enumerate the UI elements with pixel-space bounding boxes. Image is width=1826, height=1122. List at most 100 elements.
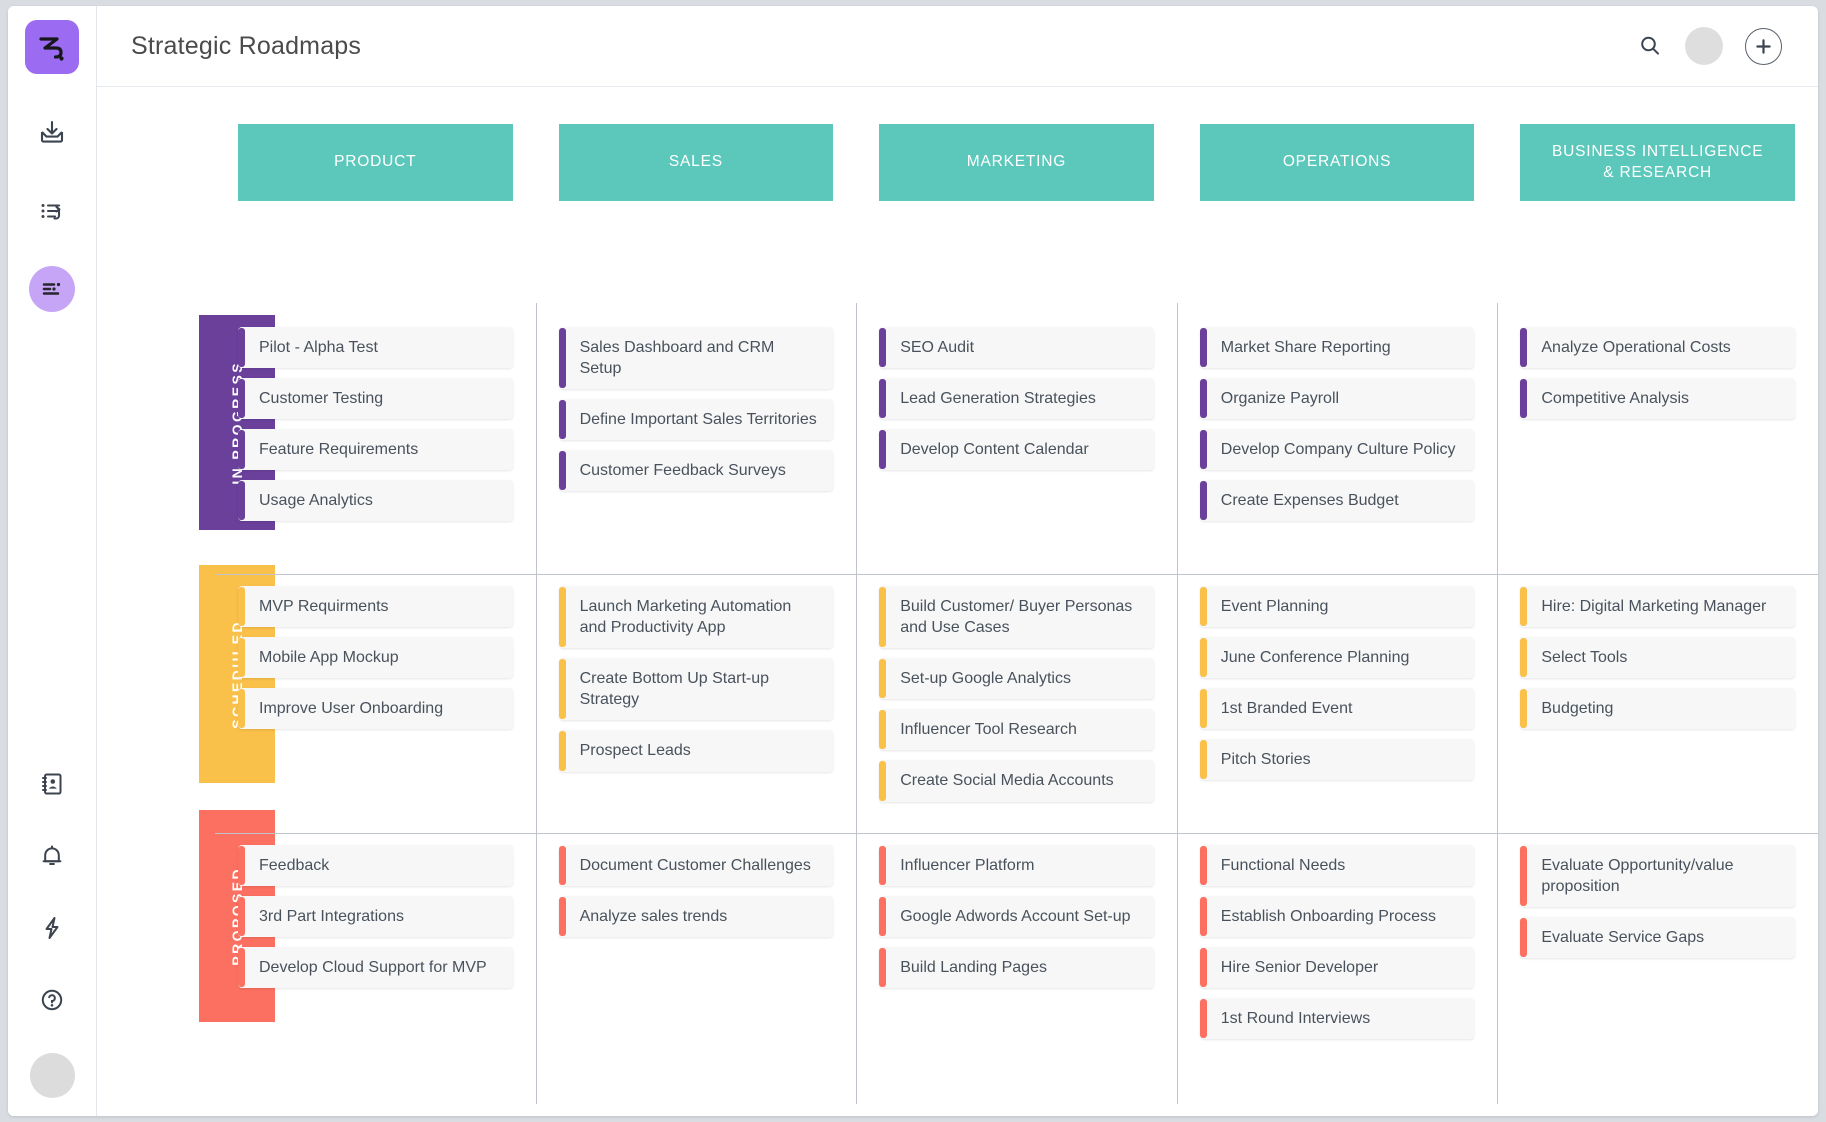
lightning-icon [45, 917, 59, 939]
task-card[interactable]: Develop Cloud Support for MVP [238, 947, 513, 989]
task-card[interactable]: Improve User Onboarding [238, 688, 513, 730]
task-card-label: Customer Testing [259, 390, 384, 408]
sidebar-item-contacts[interactable] [29, 761, 75, 807]
task-card[interactable]: June Conference Planning [1199, 637, 1475, 679]
task-card-accent-bar [1199, 689, 1207, 729]
task-card[interactable]: Sales Dashboard and CRM Setup [558, 327, 834, 390]
sidebar-item-notifications[interactable] [29, 833, 75, 879]
search-button[interactable] [1637, 33, 1663, 59]
task-card[interactable]: Budgeting [1520, 688, 1795, 730]
task-card-label: Build Customer/ Buyer Personas and Use C… [900, 598, 1133, 637]
task-card[interactable]: Organize Payroll [1199, 378, 1475, 420]
page-title: Strategic Roadmaps [131, 31, 362, 60]
task-card[interactable]: Develop Company Culture Policy [1199, 429, 1475, 471]
task-card-accent-bar [1199, 481, 1207, 521]
board-row-proposed: Feedback 3rd Part Integrations Develop Clo… [215, 821, 1818, 1104]
board-cell: Event Planning June Conference Planning 1s… [1176, 562, 1498, 845]
task-card[interactable]: Feature Requirements [238, 429, 513, 471]
task-card[interactable]: Create Bottom Up Start-up Strategy [558, 658, 834, 721]
column-header-cell: PRODUCT [215, 124, 536, 201]
task-card[interactable]: Pitch Stories [1199, 739, 1475, 781]
column-header-marketing[interactable]: MARKETING [879, 124, 1154, 201]
task-card[interactable]: Analyze sales trends [558, 896, 834, 938]
task-card[interactable]: Mobile App Mockup [238, 637, 513, 679]
sidebar-user-avatar[interactable] [29, 1053, 75, 1098]
task-card-label: Organize Payroll [1220, 390, 1340, 408]
task-card-label: Prospect Leads [579, 742, 691, 760]
sidebar-item-help[interactable] [29, 977, 75, 1023]
task-card-accent-bar [1199, 638, 1207, 678]
column-header-cell: SALES [536, 124, 857, 201]
task-card[interactable]: Lead Generation Strategies [879, 378, 1154, 420]
task-card-label: 1st Branded Event [1220, 700, 1353, 718]
task-card-accent-bar [879, 328, 887, 368]
task-card[interactable]: Customer Testing [238, 378, 513, 420]
task-card-accent-bar [558, 731, 566, 771]
task-card[interactable]: MVP Requirments [238, 586, 513, 628]
task-card[interactable]: 1st Round Interviews [1199, 998, 1475, 1040]
sidebar-item-roadmaps[interactable] [29, 266, 75, 312]
task-card[interactable]: Set-up Google Analytics [879, 658, 1154, 700]
task-card[interactable]: Evaluate Service Gaps [1520, 917, 1795, 959]
account-avatar[interactable] [1685, 27, 1723, 65]
board-cell: Analyze Operational Costs Competitive Ana… [1497, 303, 1818, 586]
add-button[interactable] [1745, 27, 1782, 65]
task-card[interactable]: Influencer Platform [879, 845, 1154, 887]
column-header-operations[interactable]: OPERATIONS [1199, 124, 1475, 201]
task-card[interactable]: Evaluate Opportunity/value proposition [1520, 845, 1795, 908]
column-header-product[interactable]: PRODUCT [238, 124, 513, 201]
task-card[interactable]: Develop Content Calendar [879, 429, 1154, 471]
task-card-label: Build Landing Pages [900, 959, 1047, 977]
plus-icon [1756, 38, 1771, 54]
task-card[interactable]: Competitive Analysis [1520, 378, 1795, 420]
column-header-business-intelligence[interactable]: BUSINESS INTELLIGENCE & RESEARCH [1520, 124, 1795, 201]
task-card[interactable]: Feedback [238, 845, 513, 887]
task-card-label: Hire: Digital Marketing Manager [1541, 598, 1767, 615]
task-card-label: Evaluate Opportunity/value proposition [1541, 857, 1734, 896]
task-card[interactable]: 3rd Part Integrations [238, 896, 513, 938]
sidebar-item-inbox[interactable] [29, 110, 75, 156]
task-card-label: Influencer Tool Research [900, 721, 1077, 739]
task-card[interactable]: Event Planning [1199, 586, 1475, 628]
task-card[interactable]: Select Tools [1520, 637, 1795, 679]
task-card-accent-bar [238, 481, 245, 521]
sidebar-item-activity[interactable] [29, 188, 75, 234]
task-card[interactable]: Influencer Tool Research [879, 709, 1154, 751]
sidebar-item-automations[interactable] [29, 905, 75, 951]
task-card[interactable]: Analyze Operational Costs [1520, 327, 1795, 369]
task-card-label: Create Bottom Up Start-up Strategy [579, 670, 770, 709]
task-card[interactable]: Build Landing Pages [879, 947, 1154, 989]
task-card[interactable]: Prospect Leads [558, 730, 834, 772]
task-card[interactable]: Build Customer/ Buyer Personas and Use C… [879, 586, 1154, 649]
task-card[interactable]: Create Expenses Budget [1199, 480, 1475, 522]
task-card-label: Evaluate Service Gaps [1541, 929, 1705, 947]
task-card[interactable]: SEO Audit [879, 327, 1154, 369]
task-card-accent-bar [1199, 740, 1207, 780]
task-card-accent-bar [1520, 918, 1528, 958]
task-card[interactable]: Market Share Reporting [1199, 327, 1475, 369]
task-card[interactable]: Usage Analytics [238, 480, 513, 522]
task-card[interactable]: Establish Onboarding Process [1199, 896, 1475, 938]
column-header-sales[interactable]: SALES [558, 124, 834, 201]
task-card[interactable]: 1st Branded Event [1199, 688, 1475, 730]
task-card[interactable]: Create Social Media Accounts [879, 760, 1154, 802]
task-card-label: Improve User Onboarding [259, 700, 444, 718]
task-card[interactable]: Functional Needs [1199, 845, 1475, 887]
task-card[interactable]: Document Customer Challenges [558, 845, 834, 887]
task-card[interactable]: Define Important Sales Territories [558, 399, 834, 441]
task-card[interactable]: Google Adwords Account Set-up [879, 896, 1154, 938]
task-card-label: Set-up Google Analytics [900, 670, 1071, 688]
board-cell: Document Customer Challenges Analyze sale… [535, 821, 857, 1104]
task-card-accent-bar [879, 379, 887, 419]
task-card[interactable]: Launch Marketing Automation and Producti… [558, 586, 834, 649]
task-card-accent-bar [879, 846, 887, 886]
task-card[interactable]: Customer Feedback Surveys [558, 450, 834, 492]
task-card[interactable]: Pilot - Alpha Test [238, 327, 513, 369]
task-card[interactable]: Hire Senior Developer [1199, 947, 1475, 989]
task-card-label: Mobile App Mockup [259, 649, 399, 667]
app-logo[interactable] [25, 20, 79, 74]
task-card[interactable]: Hire: Digital Marketing Manager [1520, 586, 1795, 628]
task-card-label: Develop Cloud Support for MVP [259, 959, 487, 977]
task-card-label: Market Share Reporting [1220, 339, 1391, 356]
board-cell: MVP Requirments Mobile App Mockup Improve … [215, 574, 536, 833]
